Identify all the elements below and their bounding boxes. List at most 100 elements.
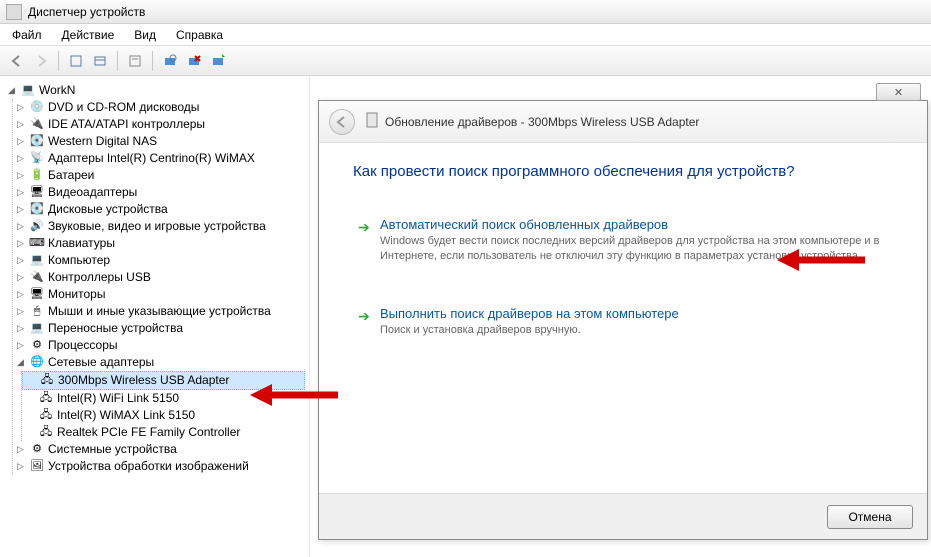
window-title: Диспетчер устройств xyxy=(28,5,145,19)
expand-icon[interactable]: ▷ xyxy=(15,461,26,472)
category-icon: ⌨ xyxy=(29,236,45,252)
expand-icon[interactable]: ▷ xyxy=(15,119,26,130)
tree-category[interactable]: ▷💻Компьютер xyxy=(13,252,305,269)
expand-icon[interactable]: ▷ xyxy=(15,102,26,113)
option-browse-computer[interactable]: ➔ Выполнить поиск драйверов на этом комп… xyxy=(353,297,893,347)
toolbar xyxy=(0,46,931,76)
forward-icon[interactable] xyxy=(30,50,52,72)
category-label: Клавиатуры xyxy=(48,235,115,252)
category-label: Мониторы xyxy=(48,286,105,303)
tree-category[interactable]: ▷🔋Батареи xyxy=(13,167,305,184)
category-label: Мыши и иные указывающие устройства xyxy=(48,303,271,320)
category-icon: 🔌 xyxy=(29,270,45,286)
category-icon: 🖥 xyxy=(29,287,45,303)
expand-icon[interactable]: ▷ xyxy=(15,170,26,181)
dialog-footer: Отмена xyxy=(319,493,927,539)
tree-category[interactable]: ▷💿DVD и CD-ROM дисководы xyxy=(13,99,305,116)
expand-icon[interactable]: ▷ xyxy=(15,444,26,455)
app-icon xyxy=(6,4,22,20)
menu-file[interactable]: Файл xyxy=(2,26,52,44)
category-label: Устройства обработки изображений xyxy=(48,458,249,475)
expand-icon[interactable]: ▷ xyxy=(15,255,26,266)
category-icon: 🖼 xyxy=(29,459,45,475)
category-label: Адаптеры Intel(R) Centrino(R) WiMAX xyxy=(48,150,255,167)
network-adapter-item[interactable]: 🖧Intel(R) WiMAX Link 5150 xyxy=(22,407,305,424)
tree-category[interactable]: ▷🔊Звуковые, видео и игровые устройства xyxy=(13,218,305,235)
collapse-icon[interactable]: ◢ xyxy=(6,85,17,96)
category-icon: 💻 xyxy=(29,321,45,337)
expand-icon[interactable]: ▷ xyxy=(15,272,26,283)
dialog-title-text: Обновление драйверов - 300Mbps Wireless … xyxy=(385,115,699,129)
update-driver-icon[interactable] xyxy=(207,50,229,72)
category-label: IDE ATA/ATAPI контроллеры xyxy=(48,116,205,133)
adapter-icon: 🖧 xyxy=(38,408,54,424)
tree-category[interactable]: ▷📡Адаптеры Intel(R) Centrino(R) WiMAX xyxy=(13,150,305,167)
expand-icon[interactable]: ▷ xyxy=(15,238,26,249)
category-icon: ⚙ xyxy=(29,338,45,354)
category-label: Батареи xyxy=(48,167,94,184)
category-label: Компьютер xyxy=(48,252,110,269)
expand-icon[interactable]: ▷ xyxy=(15,221,26,232)
tree-category[interactable]: ▷💻Переносные устройства xyxy=(13,320,305,337)
cancel-button[interactable]: Отмена xyxy=(827,505,913,529)
tree-category[interactable]: ▷🖼Устройства обработки изображений xyxy=(13,458,305,475)
toolbar-btn-1[interactable] xyxy=(65,50,87,72)
back-button[interactable] xyxy=(329,109,355,135)
toolbar-separator xyxy=(152,51,153,71)
root-label: WorkN xyxy=(39,82,75,99)
category-icon: 💽 xyxy=(29,202,45,218)
toolbar-btn-2[interactable] xyxy=(89,50,111,72)
expand-icon[interactable]: ▷ xyxy=(15,340,26,351)
tree-category[interactable]: ▷🔌Контроллеры USB xyxy=(13,269,305,286)
toolbar-btn-3[interactable] xyxy=(124,50,146,72)
adapter-label: Intel(R) WiMAX Link 5150 xyxy=(57,407,195,424)
toolbar-separator xyxy=(117,51,118,71)
tree-category[interactable]: ▷⚙Системные устройства xyxy=(13,441,305,458)
arrow-icon: ➔ xyxy=(358,219,370,236)
root-node[interactable]: ◢ 💻 WorkN xyxy=(4,82,305,99)
adapter-icon: 🖧 xyxy=(38,425,54,441)
tree-category[interactable]: ▷⚙Процессоры xyxy=(13,337,305,354)
scan-hardware-icon[interactable] xyxy=(159,50,181,72)
category-label: Процессоры xyxy=(48,337,118,354)
menu-help[interactable]: Справка xyxy=(166,26,233,44)
annotation-arrow xyxy=(250,384,340,406)
update-driver-dialog: ✕ Обновление драйверов - 300Mbps Wireles… xyxy=(318,100,928,540)
network-adapter-item[interactable]: 🖧Realtek PCIe FE Family Controller xyxy=(22,424,305,441)
network-icon: 🌐 xyxy=(29,355,45,371)
menu-bar: Файл Действие Вид Справка xyxy=(0,24,931,46)
adapter-icon: 🖧 xyxy=(39,373,55,389)
expand-icon[interactable]: ▷ xyxy=(15,289,26,300)
tree-category[interactable]: ▷💽Дисковые устройства xyxy=(13,201,305,218)
expand-icon[interactable]: ▷ xyxy=(15,136,26,147)
expand-icon[interactable]: ▷ xyxy=(15,153,26,164)
back-icon[interactable] xyxy=(6,50,28,72)
menu-action[interactable]: Действие xyxy=(52,26,125,44)
expand-icon[interactable]: ▷ xyxy=(15,187,26,198)
expand-icon[interactable]: ▷ xyxy=(15,306,26,317)
category-icon: 🖥 xyxy=(29,185,45,201)
tree-category[interactable]: ▷🖥Мониторы xyxy=(13,286,305,303)
category-icon: 💻 xyxy=(29,253,45,269)
category-label: Сетевые адаптеры xyxy=(48,354,154,371)
toolbar-separator xyxy=(58,51,59,71)
expand-icon[interactable]: ▷ xyxy=(15,323,26,334)
device-tree[interactable]: ◢ 💻 WorkN ▷💿DVD и CD-ROM дисководы▷🔌IDE … xyxy=(0,76,310,557)
tree-category[interactable]: ▷🖱Мыши и иные указывающие устройства xyxy=(13,303,305,320)
tree-category[interactable]: ▷🖥Видеоадаптеры xyxy=(13,184,305,201)
tree-category-network[interactable]: ◢🌐Сетевые адаптеры xyxy=(13,354,305,371)
menu-view[interactable]: Вид xyxy=(124,26,166,44)
expand-icon[interactable]: ▷ xyxy=(15,204,26,215)
category-icon: ⚙ xyxy=(29,442,45,458)
tree-category[interactable]: ▷🔌IDE ATA/ATAPI контроллеры xyxy=(13,116,305,133)
category-label: Дисковые устройства xyxy=(48,201,168,218)
close-button[interactable]: ✕ xyxy=(876,83,921,101)
category-label: Видеоадаптеры xyxy=(48,184,137,201)
tree-category[interactable]: ▷⌨Клавиатуры xyxy=(13,235,305,252)
uninstall-icon[interactable] xyxy=(183,50,205,72)
tree-category[interactable]: ▷💽Western Digital NAS xyxy=(13,133,305,150)
category-icon: 🔌 xyxy=(29,117,45,133)
title-bar: Диспетчер устройств xyxy=(0,0,931,24)
collapse-icon[interactable]: ◢ xyxy=(15,357,26,368)
option-browse-title: Выполнить поиск драйверов на этом компью… xyxy=(380,306,882,321)
